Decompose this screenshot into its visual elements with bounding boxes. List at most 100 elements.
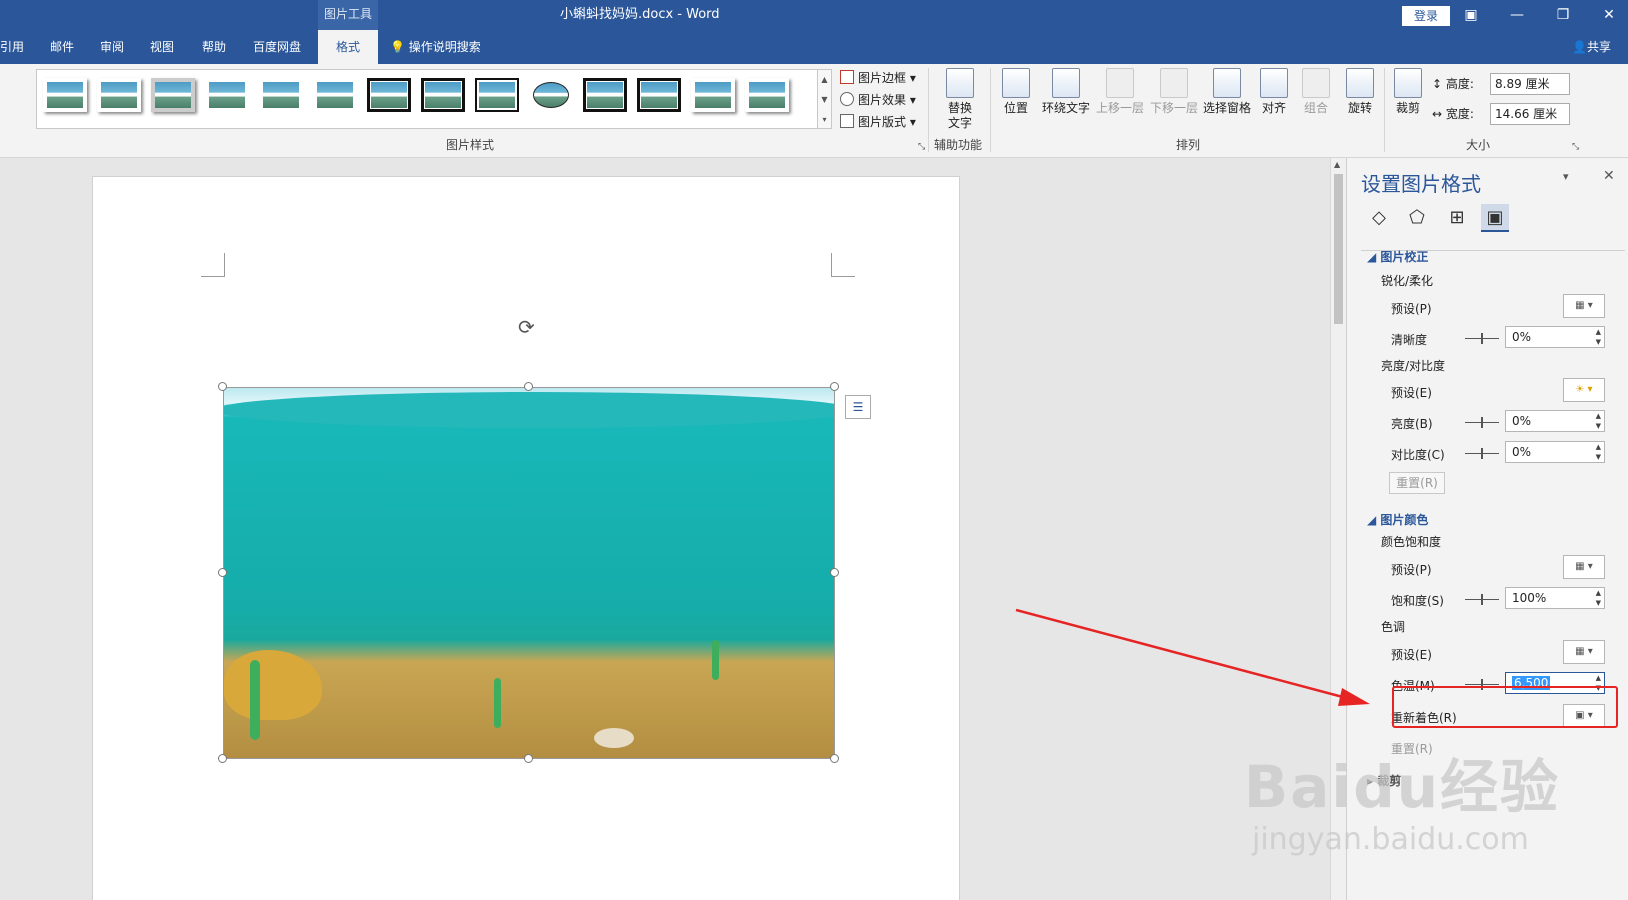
- picture-layout-button[interactable]: 图片版式 ▾: [840, 112, 916, 132]
- group-button[interactable]: 组合: [1298, 68, 1334, 116]
- size-group-label: 大小: [1466, 138, 1491, 152]
- share-button[interactable]: 👤共享: [1572, 30, 1611, 64]
- picture-wave: [224, 392, 834, 428]
- brightness-slider[interactable]: [1465, 417, 1499, 428]
- effects-pentagon-icon[interactable]: ⬠: [1403, 204, 1431, 232]
- picture-style-thumb[interactable]: [583, 78, 627, 112]
- picture-icon[interactable]: ▣: [1481, 204, 1509, 232]
- resize-handle[interactable]: [524, 754, 533, 763]
- pane-options-icon[interactable]: ▾: [1563, 170, 1569, 183]
- picture-style-thumb[interactable]: [205, 78, 249, 112]
- correction-reset-button[interactable]: 重置(R): [1389, 472, 1445, 494]
- spin-arrows-icon[interactable]: ▲ ▼: [1596, 588, 1601, 608]
- saturation-input[interactable]: 100% ▲ ▼: [1505, 587, 1605, 609]
- contrast-input[interactable]: 0% ▲ ▼: [1505, 441, 1605, 463]
- ribbon-display-options-icon[interactable]: ▣: [1448, 0, 1494, 30]
- document-title: 小蝌蚪找妈妈.docx - Word: [560, 7, 720, 22]
- rotate-button[interactable]: 旋转: [1342, 68, 1378, 116]
- picture-style-thumb[interactable]: [475, 78, 519, 112]
- width-value: 14.66 厘米: [1495, 107, 1558, 121]
- minimize-button[interactable]: —: [1494, 0, 1540, 30]
- layout-icon: [840, 114, 854, 128]
- tab-view[interactable]: 视图: [150, 30, 174, 64]
- wrap-text-icon: [1052, 68, 1080, 98]
- width-icon: ↔: [1432, 107, 1446, 121]
- width-input[interactable]: 14.66 厘米: [1490, 103, 1570, 125]
- tell-me-search[interactable]: 💡 操作说明搜索: [390, 30, 481, 64]
- alt-text-button[interactable]: 替换 文字: [936, 68, 984, 131]
- tab-format[interactable]: 格式: [318, 30, 378, 64]
- brightness-preset-dropdown[interactable]: ☀ ▾: [1563, 378, 1605, 402]
- brightness-input[interactable]: 0% ▲ ▼: [1505, 410, 1605, 432]
- saturation-preset-dropdown[interactable]: ▦ ▾: [1563, 555, 1605, 579]
- picture-seaweed: [712, 640, 719, 680]
- picture-style-thumb[interactable]: [97, 78, 141, 112]
- picture-style-thumb[interactable]: [529, 78, 573, 112]
- bring-forward-button[interactable]: 上移一层: [1094, 68, 1146, 116]
- position-icon: [1002, 68, 1030, 98]
- scroll-up-icon[interactable]: ▲: [1334, 160, 1340, 169]
- rotate-handle-icon[interactable]: ⟳: [518, 315, 535, 339]
- fill-line-icon[interactable]: ◇: [1365, 204, 1393, 232]
- resize-handle[interactable]: [524, 382, 533, 391]
- wrap-text-button[interactable]: 环绕文字: [1038, 68, 1094, 116]
- picture-style-thumb[interactable]: [367, 78, 411, 112]
- temperature-slider[interactable]: [1465, 679, 1499, 690]
- spin-arrows-icon[interactable]: ▲ ▼: [1596, 327, 1601, 347]
- picture-style-thumb[interactable]: [43, 78, 87, 112]
- picture-style-thumb[interactable]: [259, 78, 303, 112]
- selection-pane-button[interactable]: 选择窗格: [1200, 68, 1254, 116]
- login-button[interactable]: 登录: [1402, 6, 1450, 26]
- send-backward-button[interactable]: 下移一层: [1148, 68, 1200, 116]
- scrollbar-thumb[interactable]: [1334, 174, 1343, 324]
- resize-handle[interactable]: [830, 382, 839, 391]
- resize-handle[interactable]: [830, 754, 839, 763]
- position-button[interactable]: 位置: [996, 68, 1036, 116]
- picture-style-thumb[interactable]: [421, 78, 465, 112]
- tab-review[interactable]: 审阅: [100, 30, 124, 64]
- close-button[interactable]: ✕: [1586, 0, 1628, 30]
- section-picture-color[interactable]: ◢ 图片颜色: [1367, 511, 1428, 528]
- spin-arrows-icon[interactable]: ▲ ▼: [1596, 411, 1601, 431]
- saturation-label: 饱和度(S): [1391, 594, 1444, 608]
- layout-options-icon[interactable]: ☰: [845, 395, 871, 419]
- tab-references[interactable]: 引用: [0, 30, 24, 64]
- crop-button[interactable]: 裁剪: [1390, 68, 1426, 116]
- size-launcher-icon[interactable]: ⤡: [1572, 142, 1579, 152]
- picture-style-thumb[interactable]: [151, 78, 195, 112]
- gallery-scroll[interactable]: ▲ ▼ ▾: [818, 69, 832, 129]
- sharpness-value: 0%: [1512, 330, 1532, 344]
- tone-preset-dropdown[interactable]: ▦ ▾: [1563, 640, 1605, 664]
- picture-style-thumb[interactable]: [745, 78, 789, 112]
- contrast-slider[interactable]: [1465, 448, 1499, 459]
- tab-help[interactable]: 帮助: [202, 30, 226, 64]
- picture-border-button[interactable]: 图片边框 ▾: [840, 68, 916, 88]
- picture-style-thumb[interactable]: [637, 78, 681, 112]
- sharpen-preset-label: 预设(P): [1391, 302, 1432, 316]
- height-label: 高度:: [1445, 77, 1474, 91]
- sharpen-preset-dropdown[interactable]: ▦ ▾: [1563, 294, 1605, 318]
- saturation-slider[interactable]: [1465, 594, 1499, 605]
- resize-handle[interactable]: [218, 754, 227, 763]
- picture-style-thumb[interactable]: [691, 78, 735, 112]
- ocean-picture[interactable]: [223, 387, 835, 759]
- tab-baidu-netdisk[interactable]: 百度网盘: [253, 30, 301, 64]
- restore-button[interactable]: ❐: [1540, 0, 1586, 30]
- layout-properties-icon[interactable]: ⊞: [1443, 204, 1471, 232]
- sharpness-input[interactable]: 0% ▲ ▼: [1505, 326, 1605, 348]
- height-input[interactable]: 8.89 厘米: [1490, 73, 1570, 95]
- document-page[interactable]: ⟳ ☰: [92, 176, 960, 900]
- align-button[interactable]: 对齐: [1256, 68, 1292, 116]
- section-picture-correction[interactable]: ◢ 图片校正: [1367, 248, 1428, 265]
- pane-close-icon[interactable]: ✕: [1603, 168, 1615, 184]
- resize-handle[interactable]: [218, 568, 227, 577]
- picture-style-thumb[interactable]: [313, 78, 357, 112]
- resize-handle[interactable]: [218, 382, 227, 391]
- tab-mailings[interactable]: 邮件: [50, 30, 74, 64]
- spin-arrows-icon[interactable]: ▲ ▼: [1596, 442, 1601, 462]
- sharpness-slider[interactable]: [1465, 333, 1499, 344]
- picture-styles-launcher-icon[interactable]: ⤡: [918, 142, 925, 152]
- resize-handle[interactable]: [830, 568, 839, 577]
- share-label: 共享: [1586, 40, 1611, 54]
- picture-effects-button[interactable]: 图片效果 ▾: [840, 90, 916, 110]
